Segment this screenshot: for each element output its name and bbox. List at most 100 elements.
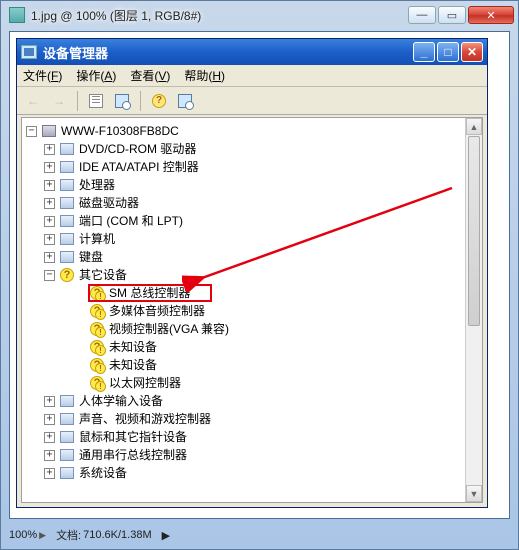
scroll-up-button[interactable]: ▲ — [466, 118, 482, 135]
expander[interactable]: + — [44, 198, 55, 209]
tree-item-other-devices[interactable]: −? 其它设备 — [22, 266, 482, 284]
menu-action[interactable]: 操作(A) — [76, 67, 116, 84]
expander[interactable]: + — [44, 414, 55, 425]
tree-item-label: 未知设备 — [109, 338, 157, 356]
expander[interactable]: + — [44, 252, 55, 263]
expander[interactable]: + — [44, 180, 55, 191]
tree-item-dev-4[interactable]: + 端口 (COM 和 LPT) — [22, 212, 482, 230]
tree-item-label: 处理器 — [79, 176, 115, 194]
expander[interactable]: − — [26, 126, 37, 137]
tree-item-root[interactable]: − WWW-F10308FB8DC — [22, 122, 482, 140]
tree-item-label: 键盘 — [79, 248, 103, 266]
scan-icon — [115, 94, 129, 108]
back-icon: ← — [27, 94, 39, 108]
scroll-down-button[interactable]: ▼ — [466, 485, 482, 502]
device-icon — [60, 251, 74, 263]
tree-item-dev2-2[interactable]: +鼠标和其它指针设备 — [22, 428, 482, 446]
tree-item-label: WWW-F10308FB8DC — [61, 122, 179, 140]
tree-item-label: 通用串行总线控制器 — [79, 446, 187, 464]
help-button[interactable]: ? — [147, 90, 171, 112]
tree-item-label: SM 总线控制器 — [109, 284, 190, 302]
outer-titlebar[interactable]: 1.jpg @ 100% (图层 1, RGB/8#) — ▭ ✕ — [1, 1, 518, 29]
tree-item-label: 未知设备 — [109, 356, 157, 374]
forward-icon: → — [53, 94, 65, 108]
question-warning-icon: ? — [90, 286, 104, 300]
devmgr-window-controls: _ □ ✕ — [413, 42, 483, 62]
tree-item-label: 端口 (COM 和 LPT) — [79, 212, 183, 230]
tree-item-other-2[interactable]: ?视频控制器(VGA 兼容) — [22, 320, 482, 338]
document-size: 文档: 710.6K/1.38M — [56, 527, 152, 543]
tree-item-dev-1[interactable]: + IDE ATA/ATAPI 控制器 — [22, 158, 482, 176]
menu-file[interactable]: 文件(F) — [23, 67, 62, 84]
menu-help[interactable]: 帮助(H) — [184, 67, 225, 84]
expander[interactable]: + — [44, 468, 55, 479]
expander[interactable]: + — [44, 432, 55, 443]
tree-item-dev-2[interactable]: + 处理器 — [22, 176, 482, 194]
refresh-icon — [178, 94, 192, 108]
computer-icon — [42, 125, 56, 137]
tree-item-label: IDE ATA/ATAPI 控制器 — [79, 158, 199, 176]
tree-item-other-0[interactable]: ? SM 总线控制器 — [22, 284, 482, 302]
tree-item-label: 系统设备 — [79, 464, 127, 482]
tree-item-other-5[interactable]: ?以太网控制器 — [22, 374, 482, 392]
tree-item-other-3[interactable]: ? 未知设备 — [22, 338, 482, 356]
toolbar-separator — [140, 91, 141, 111]
tree-item-dev-5[interactable]: + 计算机 — [22, 230, 482, 248]
zoom-level[interactable]: 100% ▶ — [9, 529, 46, 541]
maximize-button[interactable]: ▭ — [438, 6, 466, 24]
chevron-right-icon: ▶ — [39, 530, 46, 541]
devmgr-maximize-button[interactable]: □ — [437, 42, 459, 62]
tree-item-label: 磁盘驱动器 — [79, 194, 139, 212]
outer-window: 1.jpg @ 100% (图层 1, RGB/8#) — ▭ ✕ 设备管理器 … — [0, 0, 519, 550]
expander[interactable]: + — [44, 450, 55, 461]
chevron-right-icon: ▶ — [162, 529, 170, 542]
tree-item-dev-0[interactable]: +DVD/CD-ROM 驱动器 — [22, 140, 482, 158]
close-button[interactable]: ✕ — [468, 6, 514, 24]
devmgr-icon — [21, 45, 37, 59]
tree-item-label: 其它设备 — [79, 266, 127, 284]
device-icon — [60, 161, 74, 173]
menubar: 文件(F) 操作(A) 查看(V) 帮助(H) — [17, 65, 487, 87]
tree-item-dev-3[interactable]: + 磁盘驱动器 — [22, 194, 482, 212]
device-icon — [60, 449, 74, 461]
expander[interactable]: + — [44, 162, 55, 173]
tree-item-dev-6[interactable]: + 键盘 — [22, 248, 482, 266]
tree-item-dev2-0[interactable]: +人体学输入设备 — [22, 392, 482, 410]
device-icon — [60, 395, 74, 407]
scan-button[interactable] — [110, 90, 134, 112]
properties-icon — [89, 94, 103, 108]
chevron-down-icon: ▼ — [470, 489, 479, 499]
scroll-thumb[interactable] — [468, 136, 480, 326]
devmgr-minimize-button[interactable]: _ — [413, 42, 435, 62]
device-icon — [60, 179, 74, 191]
tree-item-dev2-3[interactable]: + 通用串行总线控制器 — [22, 446, 482, 464]
menu-view[interactable]: 查看(V) — [130, 67, 170, 84]
question-icon: ? — [60, 268, 74, 282]
tree-item-label: 多媒体音频控制器 — [109, 302, 205, 320]
back-button: ← — [21, 90, 45, 112]
status-bar: 100% ▶ 文档: 710.6K/1.38M ▶ — [9, 525, 510, 545]
device-icon — [60, 233, 74, 245]
expander[interactable]: + — [44, 144, 55, 155]
expander[interactable]: + — [44, 234, 55, 245]
expander[interactable]: + — [44, 396, 55, 407]
tree-item-other-4[interactable]: ?未知设备 — [22, 356, 482, 374]
properties-button[interactable] — [84, 90, 108, 112]
question-warning-icon: ? — [90, 376, 104, 390]
expander[interactable]: − — [44, 270, 55, 281]
minimize-button[interactable]: — — [408, 6, 436, 24]
question-warning-icon: ? — [90, 340, 104, 354]
tree-item-dev2-4[interactable]: + 系统设备 — [22, 464, 482, 482]
vertical-scrollbar[interactable]: ▲ ▼ — [465, 118, 482, 502]
devmgr-close-button[interactable]: ✕ — [461, 42, 483, 62]
refresh-button[interactable] — [173, 90, 197, 112]
tree-item-label: 计算机 — [79, 230, 115, 248]
expander[interactable]: + — [44, 216, 55, 227]
device-icon — [60, 215, 74, 227]
tree-item-dev2-1[interactable]: + 声音、视频和游戏控制器 — [22, 410, 482, 428]
devmgr-title: 设备管理器 — [43, 43, 413, 62]
tree-item-label: 声音、视频和游戏控制器 — [79, 410, 211, 428]
help-icon: ? — [152, 94, 166, 108]
tree-item-other-1[interactable]: ?多媒体音频控制器 — [22, 302, 482, 320]
devmgr-titlebar[interactable]: 设备管理器 _ □ ✕ — [17, 39, 487, 65]
